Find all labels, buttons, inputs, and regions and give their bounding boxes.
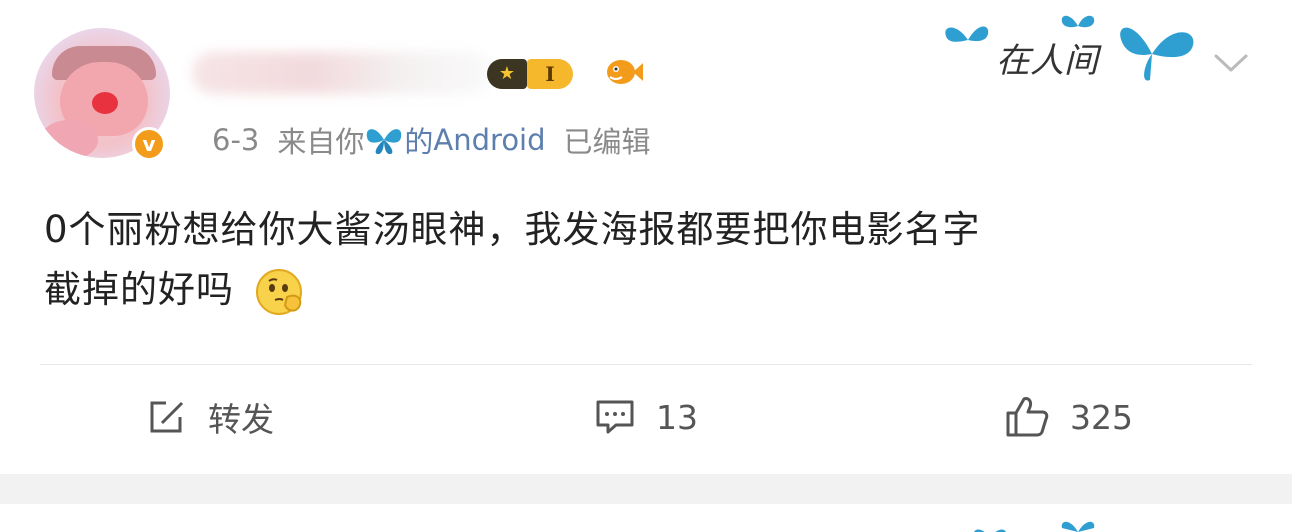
post-content-line-2-text: 截掉的好吗	[44, 268, 234, 311]
forward-label: 转发	[208, 400, 274, 439]
feed-separator	[0, 474, 1292, 504]
forward-icon	[150, 401, 184, 433]
post-source-prefix: 来自你	[277, 125, 365, 159]
post-meta: 6-3 来自你 的 Android 已编辑	[212, 120, 651, 160]
divider	[40, 364, 1252, 365]
like-count: 325	[1070, 397, 1133, 437]
forward-button[interactable]: 转发	[146, 392, 274, 442]
post-edited-label[interactable]: 已编辑	[564, 119, 651, 161]
level-badge-icon[interactable]: ★ I	[487, 57, 573, 91]
action-bar: 转发 13 325	[0, 380, 1292, 454]
comment-icon	[596, 400, 634, 434]
like-button[interactable]: 325	[1004, 392, 1133, 442]
next-post-card	[0, 504, 1292, 532]
butterfly-icon	[367, 129, 402, 155]
post-content: 0个丽粉想给你大酱汤眼神，我发海报都要把你电影名字 截掉的好吗	[44, 200, 1254, 320]
avatar-nose	[92, 92, 118, 114]
avatar-pet	[40, 120, 98, 158]
post-device[interactable]: Android	[433, 123, 545, 157]
post-source-suffix[interactable]: 的	[404, 119, 433, 161]
comment-button[interactable]: 13	[594, 392, 698, 442]
watermark-butterflies: 在人间	[945, 15, 1194, 81]
comment-count: 13	[656, 397, 698, 437]
like-icon	[1006, 397, 1049, 437]
post-date: 6-3	[212, 123, 260, 157]
thinking-emoji	[255, 268, 302, 315]
level-badge-star: ★	[487, 59, 527, 89]
level-badge-number: I	[527, 59, 573, 89]
verified-icon	[132, 127, 166, 161]
username-blurred[interactable]	[192, 52, 492, 94]
fish-icon[interactable]	[604, 55, 644, 89]
weibo-post-card: ★ I 6-3 来自你 的 Android 已编辑	[0, 0, 1292, 474]
butterfly-icon	[974, 521, 1095, 532]
watermark-text: 在人间	[996, 41, 1102, 81]
chevron-down-icon[interactable]	[1212, 48, 1250, 78]
post-content-line-2: 截掉的好吗	[44, 260, 1254, 320]
post-content-line-1: 0个丽粉想给你大酱汤眼神，我发海报都要把你电影名字	[44, 208, 981, 251]
